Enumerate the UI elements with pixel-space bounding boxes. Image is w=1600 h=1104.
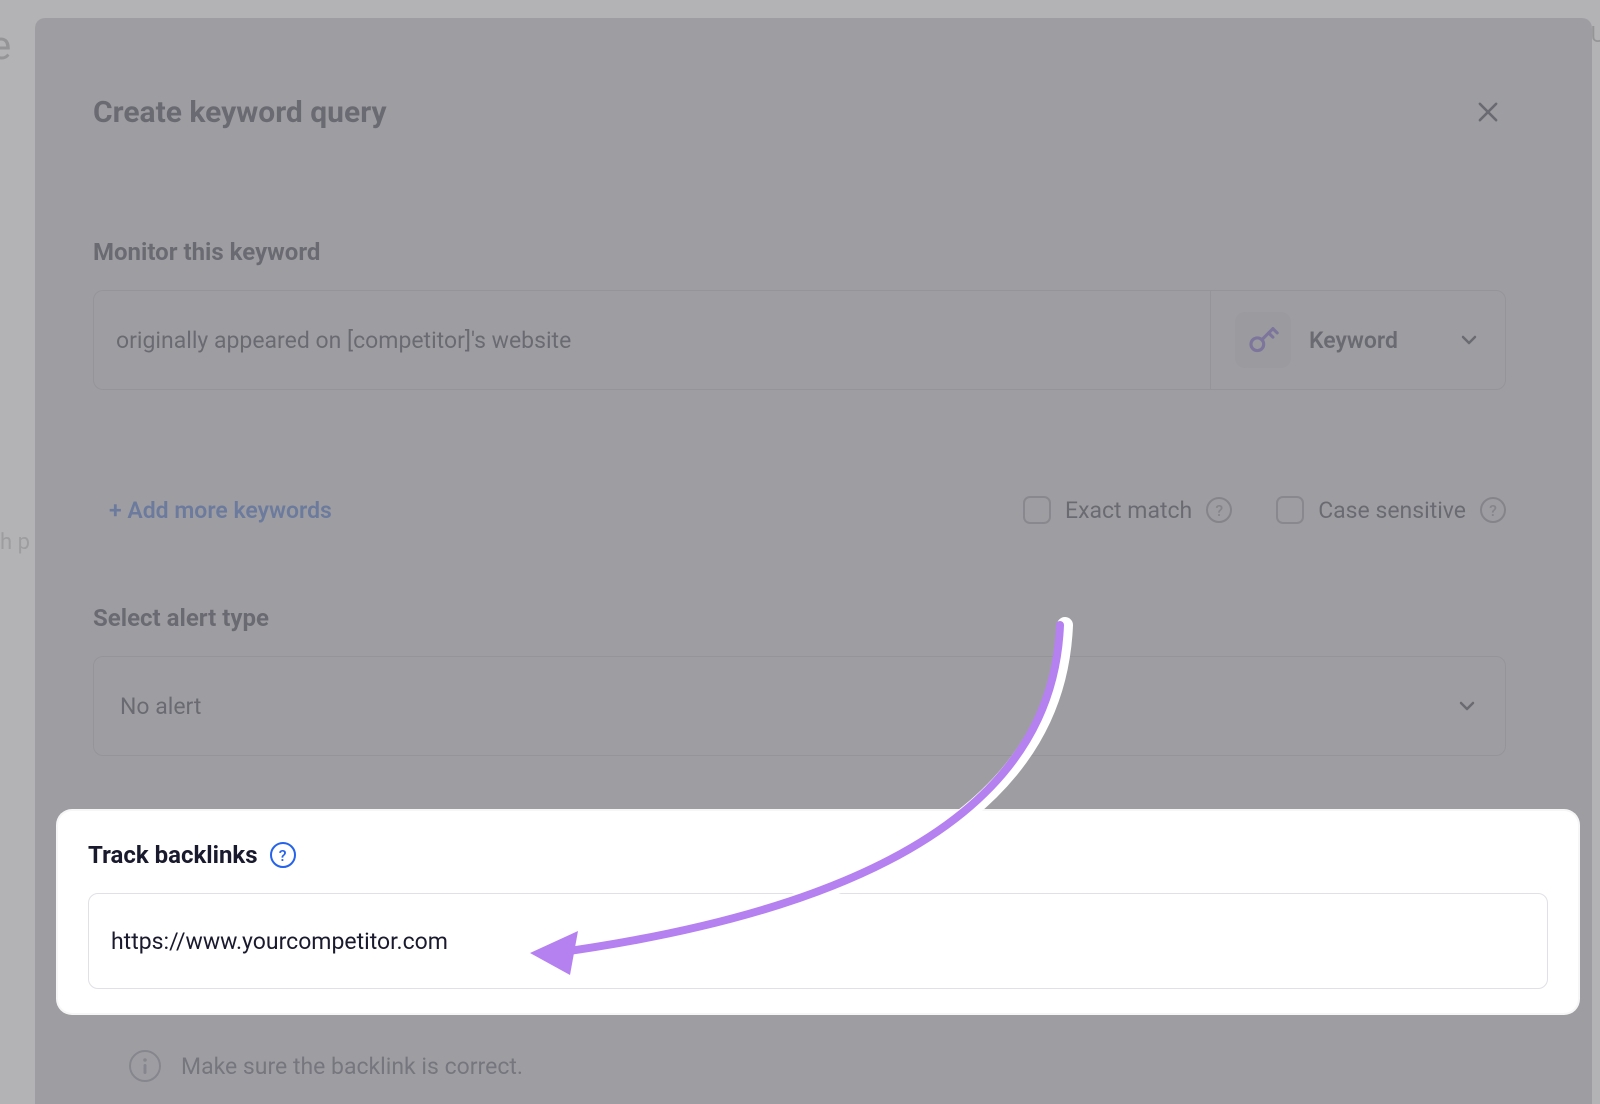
exact-match-checkbox[interactable]: Exact match ? [1023,496,1232,524]
alert-type-select[interactable]: No alert [93,656,1506,756]
backlink-url-input[interactable]: https://www.yourcompetitor.com [88,893,1548,989]
keyword-input-value: originally appeared on [competitor]'s we… [116,327,571,354]
help-icon[interactable]: ? [1480,497,1506,523]
keyword-type-label: Keyword [1309,327,1439,354]
case-sensitive-label: Case sensitive [1318,497,1466,524]
alert-type-value: No alert [120,693,201,720]
modal-title: Create keyword query [93,95,387,130]
checkbox-icon [1023,496,1051,524]
close-button[interactable] [1470,94,1506,130]
monitor-keyword-heading: Monitor this keyword [93,238,1506,266]
help-icon[interactable]: ? [1206,497,1232,523]
track-backlinks-heading: Track backlinks ? [88,841,1548,869]
keyword-type-dropdown[interactable]: Keyword [1210,290,1506,390]
alert-type-heading: Select alert type [93,604,1506,632]
info-icon [129,1050,161,1082]
chevron-down-icon [1455,694,1479,718]
checkbox-icon [1276,496,1304,524]
key-icon [1246,323,1280,357]
chevron-down-icon [1457,328,1481,352]
backlink-url-value: https://www.yourcompetitor.com [111,928,448,955]
hint-text: Make sure the backlink is correct. [181,1053,523,1080]
track-backlinks-section: Track backlinks ? https://www.yourcompet… [58,811,1578,1013]
close-icon [1474,98,1502,126]
help-icon[interactable]: ? [270,842,296,868]
backlink-hint: Make sure the backlink is correct. [129,1050,1506,1082]
exact-match-label: Exact match [1065,497,1192,524]
case-sensitive-checkbox[interactable]: Case sensitive ? [1276,496,1506,524]
keyword-input[interactable]: originally appeared on [competitor]'s we… [93,290,1210,390]
backdrop-fragment: e [0,22,11,69]
key-icon-box [1235,312,1291,368]
backdrop-fragment: h p [0,530,30,555]
add-more-keywords-link[interactable]: + Add more keywords [109,497,332,524]
